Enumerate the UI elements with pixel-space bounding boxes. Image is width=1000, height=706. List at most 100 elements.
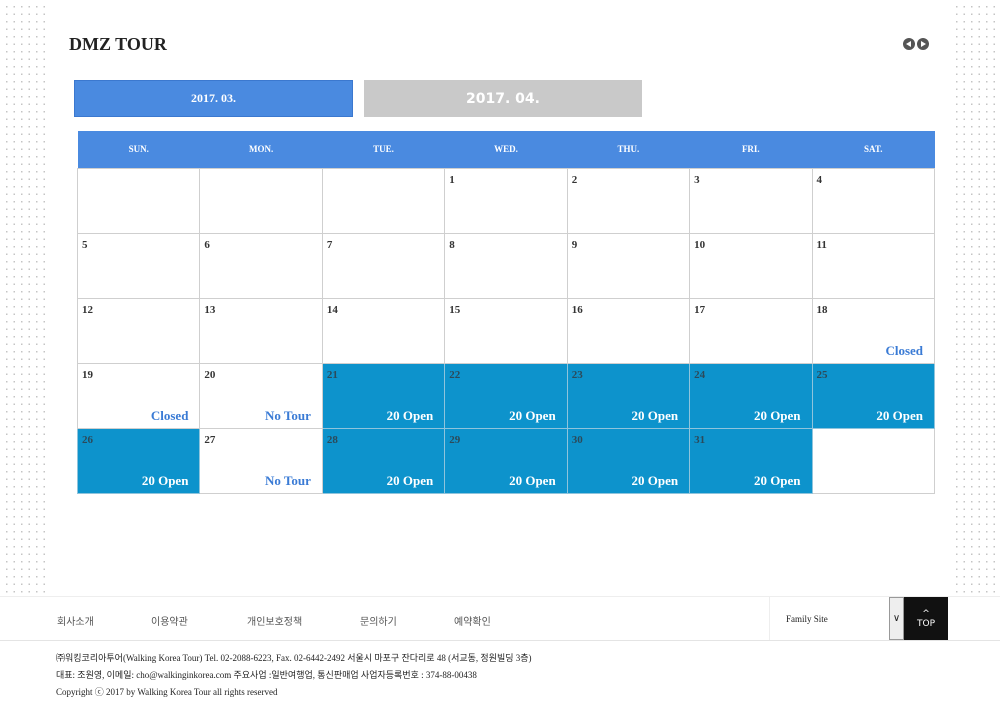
dot-pattern-right [950,0,1000,596]
calendar-day[interactable]: 23 20 Open [566,362,691,429]
weekday-header: MON. [199,131,323,168]
calendar-day: 27 No Tour [199,427,323,494]
calendar-week: 19 Closed 20 No Tour 21 20 Open 22 20 Open 23 20 … [76,362,936,429]
day-number: 1 [449,173,455,186]
day-status[interactable]: 20 Open [632,408,679,424]
day-number: 2 [571,173,578,186]
day-number: 6 [204,238,210,251]
copyright: Copyright ⓒ 2017 by Walking Korea Tour a… [56,687,278,697]
footer-link-terms[interactable]: 이용약관 [151,613,188,628]
calendar-day: 13 [199,297,323,364]
caret-up-icon: ^ [922,608,930,619]
footer-link-privacy[interactable]: 개인보호정책 [247,613,302,628]
calendar-day: 6 [199,232,323,299]
day-number: 26 [82,433,93,446]
day-status: Closed [150,407,189,423]
calendar-day: 14 [321,297,446,364]
calendar-week: 26 20 Open 27 No Tour 28 20 Open 29 20 Open 30 20… [76,427,936,494]
day-status: No Tour [264,472,311,488]
day-status[interactable]: 20 Open [509,408,556,424]
day-number: 29 [449,433,461,446]
calendar-day[interactable]: 31 20 Open [689,427,813,494]
company-contact: 대표: 조원영, 이메일: cho@walkinginkorea.com 주요사… [56,670,477,680]
weekday-header: THU. [567,131,690,168]
calendar-day: 20 No Tour [199,362,323,429]
calendar: SUN. MON. TUE. WED. THU. FRI. SAT. 1 2 3 4 5 6 7 8 9 10… [76,131,936,494]
company-info: ㈜워킹코리아투어(Walking Korea Tour) Tel. 02-208… [56,653,532,663]
next-arrow-icon[interactable] [917,38,929,50]
day-status[interactable]: 20 Open [142,473,189,489]
day-number: 4 [816,173,823,186]
calendar-day: 5 [76,232,201,299]
calendar-day [76,167,201,234]
day-number: 25 [816,368,828,381]
weekday-header: SUN. [77,131,200,168]
calendar-day[interactable]: 22 20 Open [444,362,568,429]
calendar-day[interactable]: 29 20 Open [444,427,568,494]
footer-link-company[interactable]: 회사소개 [57,613,94,628]
day-status[interactable]: 20 Open [387,473,434,489]
day-number: 20 [204,368,216,381]
day-status[interactable]: 20 Open [754,473,801,489]
page-title: DMZ TOUR [69,34,167,54]
dot-pattern-left [0,0,50,596]
calendar-day[interactable]: 30 20 Open [566,427,691,494]
calendar-day: 19 Closed [76,362,201,429]
day-status[interactable]: 20 Open [754,408,801,424]
day-number: 24 [694,368,706,381]
day-status: Closed [885,342,923,358]
tab-month-april[interactable]: 2017. 04. [364,80,642,117]
footer-link-contact[interactable]: 문의하기 [360,613,397,628]
chevron-down-icon[interactable]: ∨ [889,597,904,640]
day-number: 10 [694,238,706,251]
day-number: 5 [82,238,88,251]
day-number: 17 [694,303,706,316]
calendar-day: 16 [566,297,691,364]
day-number: 8 [449,238,455,251]
weekday-header: SAT. [812,131,935,168]
top-button[interactable]: ^ TOP [904,597,948,640]
day-number: 21 [326,368,338,381]
day-number: 3 [694,173,700,186]
top-label: TOP [916,618,935,629]
calendar-day: 12 [76,297,201,364]
calendar-day: 4 [811,167,936,234]
calendar-week: 12 13 14 15 16 17 18 Closed [76,297,936,364]
family-site-select[interactable]: Family Site ∨ [769,597,904,640]
calendar-day[interactable]: 28 20 Open [321,427,446,494]
day-status[interactable]: 20 Open [876,408,923,424]
day-number: 13 [204,303,216,316]
day-number: 28 [326,433,338,446]
calendar-day: 1 [444,167,568,234]
weekday-header: FRI. [689,131,813,168]
day-status[interactable]: 20 Open [509,473,556,489]
day-status[interactable]: 20 Open [632,473,679,489]
day-number: 15 [449,303,461,316]
calendar-week: 5 6 7 8 9 10 11 [76,232,936,299]
day-number: 18 [816,303,828,316]
day-number: 19 [82,368,93,381]
prev-arrow-icon[interactable] [903,38,915,50]
calendar-day[interactable]: 26 20 Open [76,427,201,494]
day-number: 11 [816,238,827,251]
tab-month-march[interactable]: 2017. 03. [74,80,353,117]
calendar-day: 10 [689,232,813,299]
day-number: 31 [694,433,706,446]
family-site-label: Family Site [786,613,828,624]
weekday-header: WED. [444,131,568,168]
day-status: No Tour [264,407,311,423]
day-number: 14 [326,303,338,316]
calendar-day: 7 [321,232,446,299]
weekday-header: TUE. [322,131,445,168]
footer-link-reservation[interactable]: 예약확인 [454,613,491,628]
calendar-day [199,167,323,234]
calendar-day[interactable]: 21 20 Open [321,362,446,429]
day-number: 7 [326,238,333,251]
day-number: 9 [571,238,578,251]
calendar-day[interactable]: 24 20 Open [689,362,813,429]
calendar-day[interactable]: 25 20 Open [811,362,936,429]
calendar-day [811,427,936,494]
calendar-day: 18 Closed [811,297,936,364]
day-status[interactable]: 20 Open [387,408,434,424]
day-number: 12 [82,303,93,316]
